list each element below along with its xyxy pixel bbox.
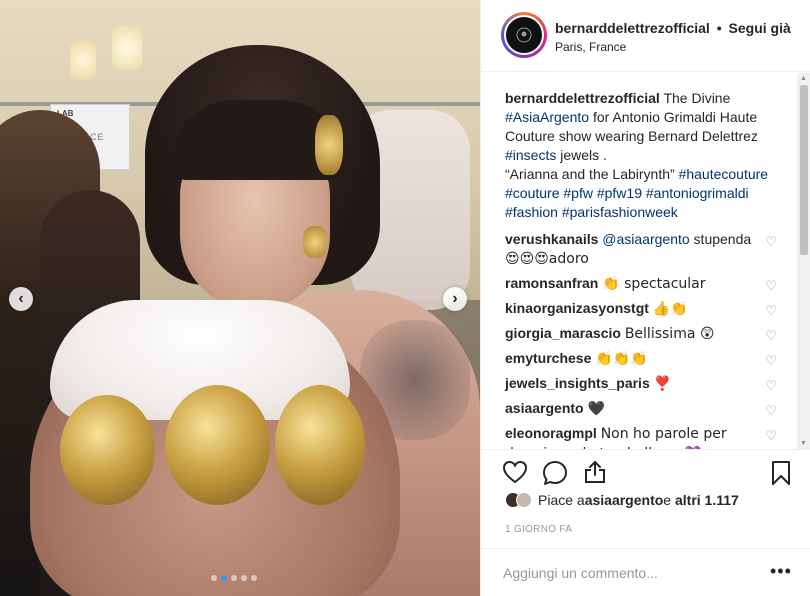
comment-text: 👍👏 <box>652 301 688 317</box>
comment-username[interactable]: emyturchese <box>505 350 591 366</box>
add-comment-bar: ••• <box>481 548 810 596</box>
comment-text: stupenda <box>689 231 752 247</box>
photo-gold-ring <box>275 385 365 505</box>
carousel-dots <box>211 575 257 581</box>
comment-like-heart-icon[interactable]: ♡ <box>765 232 777 251</box>
liker-avatar <box>516 492 532 508</box>
hashtag-link[interactable]: #pfw <box>563 185 593 201</box>
bookmark-icon[interactable] <box>771 460 791 491</box>
comment-username[interactable]: verushkanails <box>505 231 598 247</box>
hashtag-link[interactable]: #pfw19 <box>597 185 642 201</box>
hashtag-link[interactable]: #fashion <box>505 204 558 220</box>
caption-quote: “Arianna and the Labirynth” <box>505 166 679 182</box>
likes-prefix: Piace a <box>538 492 585 508</box>
comment-mention[interactable]: @asiaargento <box>602 231 689 247</box>
comment-username[interactable]: asiaargento <box>505 400 584 416</box>
photo-gold-ring <box>60 395 155 505</box>
hashtag-link[interactable]: #AsiaArgento <box>505 109 589 125</box>
header-user-line: bernarddelettrezofficial • Segui già <box>555 20 791 36</box>
caption-text: The Divine <box>659 90 731 106</box>
comment-username[interactable]: eleonoragmpl <box>505 425 597 441</box>
comment-text: ❣️ <box>653 376 672 392</box>
brand-logo-icon <box>516 27 532 43</box>
comment-item: ramonsanfran 👏 spectacular ♡ <box>505 274 777 294</box>
photo-lamp <box>70 40 96 80</box>
post-actions-bar <box>481 449 810 495</box>
carousel-dot-active <box>221 575 227 581</box>
comment-item: verushkanails @asiaargento stupenda 😍😍😍a… <box>505 230 777 269</box>
comment-item: emyturchese 👏👏👏 ♡ <box>505 349 777 369</box>
scroll-up-arrow-icon[interactable]: ▲ <box>800 75 807 82</box>
comment-text: 👏 spectacular <box>602 276 706 292</box>
avatar[interactable] <box>504 15 544 55</box>
carousel-dot <box>251 575 257 581</box>
post-caption: bernarddelettrezofficial The Divine #Asi… <box>505 89 777 222</box>
comment-item: eleonoragmpl Non ho parole per descriver… <box>505 424 777 449</box>
share-icon[interactable] <box>584 460 606 489</box>
comments-scrollbar[interactable]: ▲ ▼ <box>797 73 810 449</box>
comment-like-heart-icon[interactable]: ♡ <box>765 401 777 420</box>
comment-username[interactable]: jewels_insights_paris <box>505 375 650 391</box>
comment-like-heart-icon[interactable]: ♡ <box>765 426 777 445</box>
more-options-icon[interactable]: ••• <box>770 561 792 582</box>
comment-like-heart-icon[interactable]: ♡ <box>765 301 777 320</box>
comment-username[interactable]: kinaorganizasyonstgt <box>505 300 649 316</box>
comment-text: 🖤 <box>587 401 605 417</box>
post-header: bernarddelettrezofficial • Segui già Par… <box>481 0 810 72</box>
comment-like-heart-icon[interactable]: ♡ <box>765 376 777 395</box>
carousel-dot <box>241 575 247 581</box>
comment-item: kinaorganizasyonstgt 👍👏 ♡ <box>505 299 777 319</box>
hashtag-link[interactable]: #hautecouture <box>679 166 769 182</box>
header-separator: • <box>716 20 722 36</box>
post-side-panel: bernarddelettrezofficial • Segui già Par… <box>480 0 810 596</box>
scroll-down-arrow-icon[interactable]: ▼ <box>800 440 807 447</box>
comments-list: bernarddelettrezofficial The Divine #Asi… <box>481 73 801 449</box>
carousel-dot <box>231 575 237 581</box>
comment-text: Bellissima 😲 <box>624 326 715 342</box>
photo-hair-clip <box>315 115 343 175</box>
hashtag-link[interactable]: #insects <box>505 147 556 163</box>
photo-gold-ring <box>165 385 270 505</box>
comment-like-heart-icon[interactable]: ♡ <box>765 276 777 295</box>
post-photo[interactable]: LAB CANDICE ‹ › <box>0 0 480 596</box>
comment-item: giorgia_marascio Bellissima 😲 ♡ <box>505 324 777 344</box>
comment-icon[interactable] <box>542 460 568 491</box>
photo-earring <box>303 226 327 258</box>
story-ring[interactable] <box>501 12 547 58</box>
likes-summary: Piace a asiaargento e altri 1.117 <box>505 492 739 508</box>
comment-like-heart-icon[interactable]: ♡ <box>765 326 777 345</box>
comment-text: 😍😍😍adoro <box>505 251 589 267</box>
header-location[interactable]: Paris, France <box>555 40 626 54</box>
comment-item: jewels_insights_paris ❣️ ♡ <box>505 374 777 394</box>
comment-text: 👏👏👏 <box>595 351 648 367</box>
caption-text: jewels . <box>556 147 607 163</box>
heart-icon[interactable] <box>502 460 528 489</box>
carousel-next-button[interactable]: › <box>443 287 467 311</box>
post-timestamp[interactable]: 1 GIORNO FA <box>505 524 572 535</box>
header-username[interactable]: bernarddelettrezofficial <box>555 20 710 36</box>
comment-item: asiaargento 🖤 ♡ <box>505 399 777 419</box>
following-button[interactable]: Segui già <box>729 20 791 36</box>
comment-username[interactable]: ramonsanfran <box>505 275 598 291</box>
comment-like-heart-icon[interactable]: ♡ <box>765 351 777 370</box>
scrollbar-thumb[interactable] <box>800 85 808 255</box>
comment-username[interactable]: giorgia_marascio <box>505 325 621 341</box>
carousel-dot <box>211 575 217 581</box>
photo-lamp <box>112 26 142 70</box>
likes-middle: e <box>663 492 672 508</box>
hashtag-link[interactable]: #couture <box>505 185 559 201</box>
carousel-prev-button[interactable]: ‹ <box>9 287 33 311</box>
caption-username[interactable]: bernarddelettrezofficial <box>505 90 660 106</box>
add-comment-input[interactable] <box>503 563 743 583</box>
hashtag-link[interactable]: #antoniogrimaldi <box>646 185 749 201</box>
likes-user-link[interactable]: asiaargento <box>585 492 664 508</box>
likes-others-link[interactable]: altri 1.117 <box>675 492 739 508</box>
hashtag-link[interactable]: #parisfashionweek <box>562 204 678 220</box>
